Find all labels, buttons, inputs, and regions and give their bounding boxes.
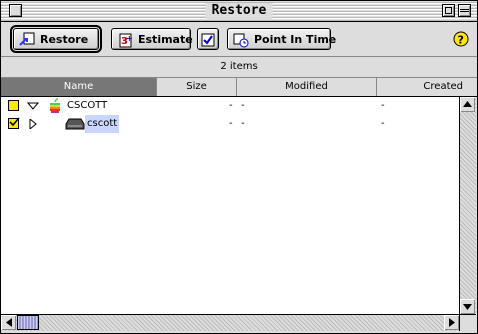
horizontal-scroll-thumb[interactable] <box>17 315 39 330</box>
svg-text:+: + <box>126 34 133 43</box>
checked-checkbox[interactable] <box>8 117 20 129</box>
restore-window: Restore Restore 3 + Estimate Point In Ti… <box>0 0 478 334</box>
column-headers: Name Size Modified Created <box>1 78 477 97</box>
zoom-box[interactable] <box>442 4 455 17</box>
clock-calendar-icon <box>233 33 249 48</box>
restore-icon <box>19 32 35 46</box>
item-size: - <box>229 118 233 129</box>
file-list: CSCOTT - - - cscott - - - <box>1 97 459 314</box>
checkmark-document-icon <box>201 33 215 47</box>
list-item[interactable]: CSCOTT - - - <box>1 97 459 115</box>
item-created: - <box>381 100 385 111</box>
vertical-scrollbar[interactable] <box>459 97 476 314</box>
item-modified: - <box>241 100 245 111</box>
horizontal-scrollbar[interactable] <box>1 314 459 331</box>
item-count-bar: 2 items <box>1 57 477 78</box>
restore-label: Restore <box>40 33 89 46</box>
down-arrow-icon <box>463 304 472 310</box>
scroll-up-button[interactable] <box>460 97 475 112</box>
title-bar[interactable]: Restore <box>1 1 477 22</box>
window-title: Restore <box>205 3 273 19</box>
collapsed-triangle-icon[interactable] <box>27 119 39 129</box>
item-name: CSCOTT <box>67 100 108 111</box>
item-created: - <box>381 118 385 129</box>
collapse-box[interactable] <box>458 4 471 17</box>
list-item[interactable]: cscott - - - <box>1 115 459 133</box>
up-arrow-icon <box>463 101 472 107</box>
header-name[interactable]: Name <box>1 78 157 96</box>
estimate-button[interactable]: 3 + Estimate <box>111 28 193 50</box>
estimate-icon: 3 + <box>119 33 133 48</box>
disk-volume-icon <box>65 118 85 130</box>
item-size: - <box>229 100 233 111</box>
expanded-triangle-icon[interactable] <box>27 101 39 111</box>
restore-button[interactable]: Restore <box>10 25 102 53</box>
point-in-time-label: Point In Time <box>254 33 337 46</box>
scroll-left-button[interactable] <box>1 315 16 330</box>
item-modified: - <box>241 118 245 129</box>
item-count: 2 items <box>220 61 258 72</box>
right-arrow-icon <box>449 318 455 327</box>
item-name: cscott <box>85 115 120 133</box>
estimate-label: Estimate <box>138 33 193 46</box>
select-button[interactable] <box>197 28 219 50</box>
left-arrow-icon <box>6 318 12 327</box>
apple-logo-icon <box>50 98 60 113</box>
point-in-time-button[interactable]: Point In Time <box>227 28 336 50</box>
toolbar: Restore 3 + Estimate Point In Time ? <box>1 22 477 57</box>
scroll-right-button[interactable] <box>444 315 459 330</box>
svg-text:?: ? <box>458 34 464 47</box>
partial-checkbox[interactable] <box>8 100 19 111</box>
header-size[interactable]: Size <box>157 78 237 96</box>
scroll-down-button[interactable] <box>460 299 475 314</box>
resize-grip[interactable] <box>459 314 476 331</box>
header-modified[interactable]: Modified <box>237 78 377 96</box>
header-created[interactable]: Created <box>377 78 477 96</box>
checkmark-icon <box>9 117 20 127</box>
close-box[interactable] <box>9 4 22 17</box>
help-icon[interactable]: ? <box>453 31 469 47</box>
